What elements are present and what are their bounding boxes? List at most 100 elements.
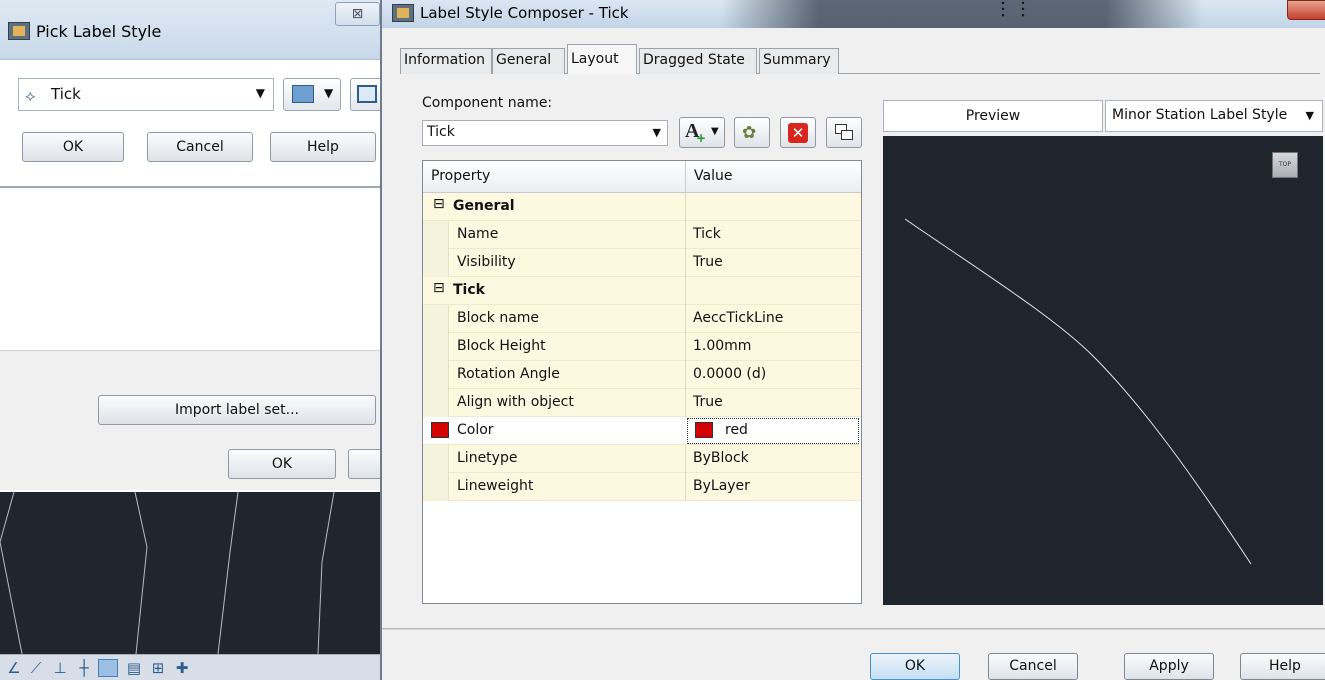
value-separator xyxy=(685,193,686,221)
value-separator xyxy=(685,445,686,473)
preview-label: Preview xyxy=(883,100,1103,132)
preview-panel: Preview Minor Station Label Style ▼ TOP xyxy=(883,100,1323,605)
property-grid-empty-area xyxy=(423,501,861,603)
property-label: Lineweight xyxy=(457,478,534,494)
row-gutter xyxy=(423,445,449,473)
property-value[interactable]: AeccTickLine xyxy=(693,310,783,326)
cancel-button-secondary[interactable] xyxy=(348,449,380,479)
grid-display-icon[interactable] xyxy=(98,659,118,677)
value-separator xyxy=(685,361,686,389)
property-value[interactable]: red xyxy=(725,422,748,438)
property-row-block-name[interactable]: Block name AeccTickLine xyxy=(423,305,861,333)
cancel-button[interactable]: Cancel xyxy=(147,132,253,162)
help-button[interactable]: Help xyxy=(270,132,376,162)
color-value-swatch xyxy=(695,422,713,440)
tab-strip: Information General Layout Dragged State… xyxy=(400,44,1325,74)
tab-dragged-state[interactable]: Dragged State xyxy=(639,48,757,74)
property-value[interactable]: True xyxy=(693,394,723,410)
ok-button[interactable]: OK xyxy=(22,132,124,162)
property-value[interactable]: True xyxy=(693,254,723,270)
app-icon xyxy=(8,22,30,40)
tab-layout[interactable]: Layout xyxy=(567,44,637,74)
property-value[interactable]: 0.0000 (d) xyxy=(693,366,766,382)
row-gutter xyxy=(423,249,449,277)
preview-style-dropdown[interactable]: Minor Station Label Style ▼ xyxy=(1105,100,1323,132)
value-separator xyxy=(685,473,686,501)
property-value[interactable]: 1.00mm xyxy=(693,338,751,354)
delete-component-button[interactable]: ✕ xyxy=(780,117,816,148)
property-row-linetype[interactable]: Linetype ByBlock xyxy=(423,445,861,473)
edit-style-icon xyxy=(292,85,314,103)
tab-information[interactable]: Information xyxy=(400,48,492,74)
category-general[interactable]: ⊟ General xyxy=(423,193,861,221)
apply-button[interactable]: Apply xyxy=(1124,653,1214,680)
title-decoration-glyph: ︙︙ xyxy=(994,0,1034,21)
ok-button[interactable]: OK xyxy=(870,653,960,680)
edit-style-button[interactable]: ▼ xyxy=(283,78,341,111)
value-separator xyxy=(685,305,686,333)
lineweight-icon[interactable]: ▤ xyxy=(124,659,144,677)
value-separator xyxy=(685,333,686,361)
pick-label-style-titlebar[interactable]: Pick Label Style ⊠ xyxy=(0,0,380,60)
component-name-label: Component name: xyxy=(422,95,553,111)
category-tick[interactable]: ⊟ Tick xyxy=(423,277,861,305)
ok-button-secondary[interactable]: OK xyxy=(228,449,336,479)
tab-general[interactable]: General xyxy=(492,48,565,74)
property-label: Name xyxy=(457,226,499,242)
property-label: Rotation Angle xyxy=(457,366,560,382)
import-label-set-button[interactable]: Import label set... xyxy=(98,395,376,425)
object-snap-icon[interactable]: ⟋ xyxy=(26,659,46,677)
help-button[interactable]: Help xyxy=(1240,653,1325,680)
collapse-icon[interactable]: ⊟ xyxy=(433,280,445,296)
chevron-down-icon: ▼ xyxy=(1305,109,1314,122)
label-style-composer-dialog: Label Style Composer - Tick ︙︙ Informati… xyxy=(380,0,1325,680)
snap-track-icon[interactable]: ⊥ xyxy=(50,659,70,677)
quick-properties-icon[interactable]: ⊞ xyxy=(148,659,168,677)
property-row-color[interactable]: Color red xyxy=(423,417,861,445)
value-column-header: Value xyxy=(694,168,733,184)
property-row-align-with-object[interactable]: Align with object True xyxy=(423,389,861,417)
red-swatch-icon xyxy=(695,422,713,438)
close-button[interactable] xyxy=(1287,0,1325,20)
selection-cycling-icon[interactable]: ✚ xyxy=(172,659,192,677)
value-separator xyxy=(685,277,686,305)
property-value[interactable]: ByLayer xyxy=(693,478,750,494)
drawing-area[interactable] xyxy=(0,491,380,655)
property-label: Block name xyxy=(457,310,540,326)
component-name-dropdown[interactable]: Tick ▼ xyxy=(422,120,668,146)
copy-component-button[interactable]: ✿ xyxy=(734,117,770,148)
property-row-name[interactable]: Name Tick xyxy=(423,221,861,249)
chevron-down-icon: ▼ xyxy=(711,126,719,137)
label-style-dropdown[interactable]: ⟡ Tick ▼ xyxy=(18,78,274,111)
property-row-visibility[interactable]: Visibility True xyxy=(423,249,861,277)
row-gutter xyxy=(423,221,449,249)
property-row-lineweight[interactable]: Lineweight ByLayer xyxy=(423,473,861,501)
category-label: Tick xyxy=(453,282,485,298)
viewcube-icon[interactable]: TOP xyxy=(1272,152,1298,178)
collapse-icon[interactable]: ⊟ xyxy=(433,196,445,212)
pick-label-style-window: Pick Label Style ⊠ ⟡ Tick ▼ ▼ OK Cancel … xyxy=(0,0,380,680)
browse-style-button[interactable] xyxy=(350,78,380,111)
property-grid[interactable]: Property Value ⊟ General Name Tick Visib… xyxy=(422,160,862,604)
window-title: Pick Label Style xyxy=(36,22,162,41)
crosshair-icon[interactable]: ┼ xyxy=(74,659,94,677)
property-value[interactable]: Tick xyxy=(693,226,721,242)
property-row-rotation-angle[interactable]: Rotation Angle 0.0000 (d) xyxy=(423,361,861,389)
background-lower-panel: Import label set... OK xyxy=(0,350,380,490)
add-component-button[interactable]: A + ▼ xyxy=(679,117,725,148)
property-row-block-height[interactable]: Block Height 1.00mm xyxy=(423,333,861,361)
close-button[interactable]: ⊠ xyxy=(335,2,380,26)
preview-drawing xyxy=(904,218,1252,565)
cancel-button[interactable]: Cancel xyxy=(988,653,1078,680)
component-draw-order-button[interactable] xyxy=(826,117,862,148)
tab-summary[interactable]: Summary xyxy=(759,48,839,74)
property-value[interactable]: ByBlock xyxy=(693,450,749,466)
polar-icon[interactable]: ∠ xyxy=(4,659,24,677)
row-gutter xyxy=(423,389,449,417)
draw-order-icon-back xyxy=(841,130,853,140)
alignment-line xyxy=(904,218,1252,565)
dialog-titlebar[interactable]: Label Style Composer - Tick ︙︙ xyxy=(382,0,1325,28)
plus-icon: + xyxy=(696,131,707,145)
preview-canvas[interactable]: TOP xyxy=(883,136,1323,605)
row-gutter xyxy=(423,361,449,389)
